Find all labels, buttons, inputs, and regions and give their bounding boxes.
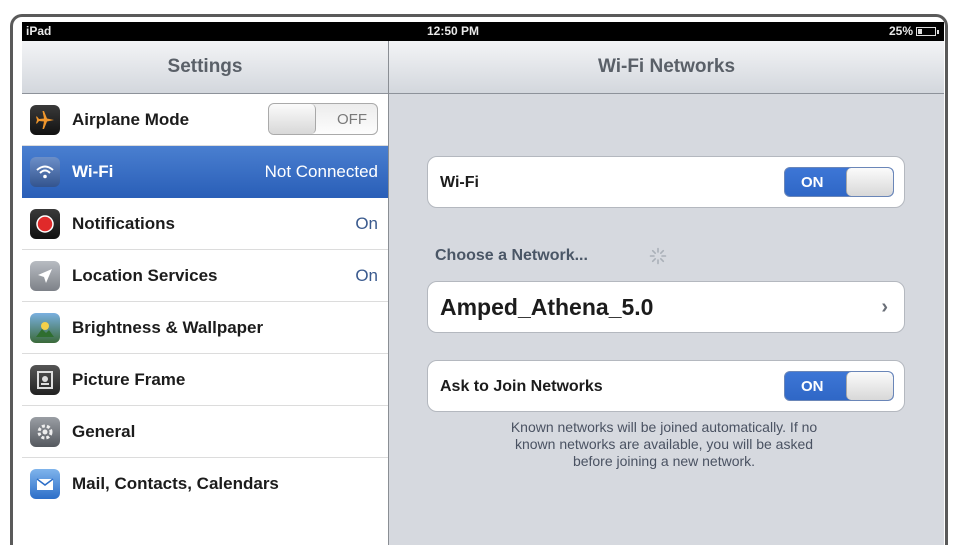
wifi-toggle-row: Wi-Fi ON xyxy=(427,156,905,208)
location-icon xyxy=(30,260,60,291)
settings-item-label: General xyxy=(72,421,136,441)
spinner-icon xyxy=(649,247,667,265)
network-name: Amped_Athena_5.0 xyxy=(440,294,654,320)
settings-item-label: Mail, Contacts, Calendars xyxy=(72,474,279,493)
network-row-amped-athena[interactable]: Amped_Athena_5.0 › xyxy=(427,281,905,333)
settings-item-picture-frame[interactable]: Picture Frame xyxy=(22,354,388,406)
settings-item-notifications[interactable]: Notifications On xyxy=(22,198,388,250)
settings-item-label: Wi-Fi xyxy=(72,161,114,181)
ask-to-join-toggle[interactable]: ON xyxy=(784,371,894,401)
footer-line: Known networks will be joined automatica… xyxy=(510,419,818,435)
settings-item-mail-contacts-calendars[interactable]: Mail, Contacts, Calendars xyxy=(22,458,388,510)
toggle-state: ON xyxy=(801,174,824,191)
location-services-value: On xyxy=(355,265,378,285)
wifi-nav-bar: Wi-Fi Networks xyxy=(389,41,944,94)
settings-item-label: Airplane Mode xyxy=(72,109,190,129)
gear-icon xyxy=(30,416,60,447)
battery-icon xyxy=(916,26,939,36)
airplane-mode-toggle[interactable]: OFF xyxy=(268,103,378,135)
clock: 12:50 PM xyxy=(427,24,480,38)
settings-item-label: Notifications xyxy=(72,213,175,233)
wifi-networks-title: Wi-Fi Networks xyxy=(597,56,736,77)
carrier-label: iPad xyxy=(26,24,52,38)
wifi-status-value: Not Connected xyxy=(264,161,378,181)
notifications-value: On xyxy=(355,213,378,233)
settings-item-label: Location Services xyxy=(72,265,218,285)
toggle-state: OFF xyxy=(337,111,367,128)
battery-percent: 25% xyxy=(888,24,913,38)
wifi-toggle[interactable]: ON xyxy=(784,167,894,197)
settings-item-brightness-wallpaper[interactable]: Brightness & Wallpaper xyxy=(22,302,388,354)
ask-to-join-row: Ask to Join Networks ON xyxy=(427,360,905,412)
toggle-state: ON xyxy=(801,378,824,395)
settings-item-label: Brightness & Wallpaper xyxy=(72,317,264,337)
ask-to-join-footer: Known networks will be joined automatica… xyxy=(449,419,879,470)
settings-item-label: Picture Frame xyxy=(72,369,186,389)
wifi-detail-panel: Wi-Fi Networks Wi-Fi ON Choose a Network… xyxy=(389,41,944,545)
wifi-label: Wi-Fi xyxy=(440,174,479,191)
ask-to-join-label: Ask to Join Networks xyxy=(440,378,603,395)
brightness-icon xyxy=(30,312,60,343)
status-bar: iPad 12:50 PM 25% xyxy=(22,22,944,41)
battery-indicator: 25% xyxy=(888,24,939,38)
settings-nav-bar: Settings xyxy=(22,41,388,94)
chevron-right-icon: › xyxy=(881,296,888,318)
notifications-icon xyxy=(30,208,60,239)
footer-line: known networks are available, you will b… xyxy=(514,436,814,452)
settings-item-airplane-mode[interactable]: Airplane Mode OFF xyxy=(22,94,388,146)
mail-icon xyxy=(30,469,60,499)
settings-item-location-services[interactable]: Location Services On xyxy=(22,250,388,302)
choose-network-label: Choose a Network... xyxy=(435,247,588,264)
wifi-icon xyxy=(30,156,60,187)
footer-line: before joining a new network. xyxy=(572,453,756,469)
settings-item-wifi[interactable]: Wi-Fi Not Connected xyxy=(22,146,388,198)
airplane-icon xyxy=(30,104,60,135)
settings-item-general[interactable]: General xyxy=(22,406,388,458)
picture-frame-icon xyxy=(30,364,60,395)
ipad-screen: iPad 12:50 PM 25% Settings Airplane Mode… xyxy=(22,22,944,545)
settings-master-panel: Settings Airplane Mode OFF Wi-Fi Not Con… xyxy=(22,41,389,545)
settings-title: Settings xyxy=(167,56,243,77)
